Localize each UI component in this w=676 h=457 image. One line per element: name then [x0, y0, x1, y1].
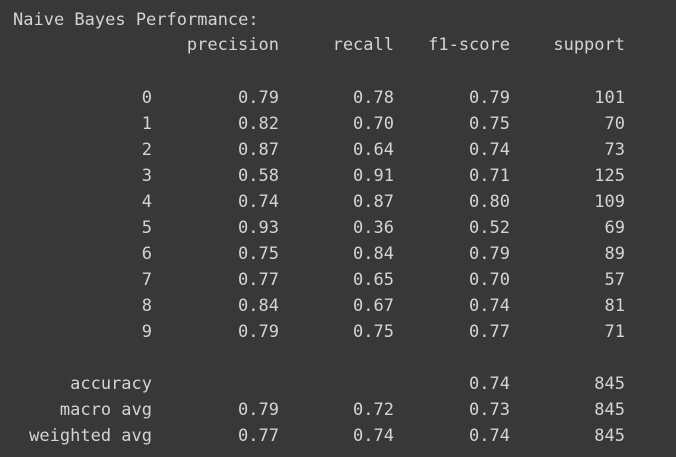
- precision-value: 0.58: [238, 166, 279, 186]
- precision-value: 0.82: [238, 114, 279, 134]
- recall-value: 0.91: [353, 166, 394, 186]
- table-row: 7 0.77 0.65 0.70 57: [0, 267, 676, 293]
- support-value: 57: [604, 270, 625, 290]
- table-row: 1 0.82 0.70 0.75 70: [0, 111, 676, 137]
- table-row: 2 0.87 0.64 0.74 73: [0, 137, 676, 163]
- table-row: 9 0.79 0.75 0.77 71: [0, 319, 676, 345]
- precision-value: 0.79: [238, 400, 279, 420]
- precision-value: 0.93: [238, 218, 279, 238]
- table-row: 4 0.74 0.87 0.80 109: [0, 189, 676, 215]
- support-value: 845: [594, 426, 625, 446]
- summary-row-macro-avg: macro avg 0.79 0.72 0.73 845: [0, 397, 676, 423]
- f1-score-value: 0.73: [469, 400, 510, 420]
- recall-value: 0.78: [353, 88, 394, 108]
- f1-score-value: 0.77: [469, 322, 510, 342]
- f1-score-value: 0.80: [469, 192, 510, 212]
- f1-score-value: 0.79: [469, 88, 510, 108]
- precision-value: 0.75: [238, 244, 279, 264]
- f1-score-value: 0.74: [469, 140, 510, 160]
- row-label: macro avg: [59, 400, 152, 420]
- recall-value: 0.64: [353, 140, 394, 160]
- row-label: 7: [141, 270, 152, 290]
- recall-value: 0.70: [353, 114, 394, 134]
- table-row: 8 0.84 0.67 0.74 81: [0, 293, 676, 319]
- precision-value: 0.87: [238, 140, 279, 160]
- precision-value: 0.79: [238, 88, 279, 108]
- column-header-precision: precision: [186, 35, 279, 55]
- notebook-output-area: Naive Bayes Performance: precision recal…: [0, 0, 676, 457]
- support-value: 109: [594, 192, 625, 212]
- precision-value: 0.79: [238, 322, 279, 342]
- f1-score-value: 0.74: [469, 296, 510, 316]
- recall-value: 0.74: [353, 426, 394, 446]
- precision-value: 0.77: [238, 270, 279, 290]
- f1-score-value: 0.70: [469, 270, 510, 290]
- recall-value: 0.84: [353, 244, 394, 264]
- row-label: accuracy: [70, 374, 152, 394]
- table-header-row: precision recall f1-score support: [0, 32, 676, 58]
- column-header-f1-score: f1-score: [428, 35, 510, 55]
- support-value: 70: [604, 114, 625, 134]
- f1-score-value: 0.79: [469, 244, 510, 264]
- column-header-recall: recall: [332, 35, 394, 55]
- recall-value: 0.75: [353, 322, 394, 342]
- support-value: 71: [604, 322, 625, 342]
- support-value: 845: [594, 374, 625, 394]
- table-row: 6 0.75 0.84 0.79 89: [0, 241, 676, 267]
- row-label: 3: [141, 166, 152, 186]
- support-value: 845: [594, 400, 625, 420]
- precision-value: 0.74: [238, 192, 279, 212]
- support-value: 101: [594, 88, 625, 108]
- row-label: 5: [141, 218, 152, 238]
- support-value: 81: [604, 296, 625, 316]
- f1-score-value: 0.52: [469, 218, 510, 238]
- support-value: 73: [604, 140, 625, 160]
- f1-score-value: 0.71: [469, 166, 510, 186]
- f1-score-value: 0.75: [469, 114, 510, 134]
- recall-value: 0.67: [353, 296, 394, 316]
- support-value: 89: [604, 244, 625, 264]
- precision-value: 0.84: [238, 296, 279, 316]
- recall-value: 0.65: [353, 270, 394, 290]
- table-row: 5 0.93 0.36 0.52 69: [0, 215, 676, 241]
- row-label: weighted avg: [29, 426, 152, 446]
- table-row: 0 0.79 0.78 0.79 101: [0, 85, 676, 111]
- row-label: 9: [141, 322, 152, 342]
- f1-score-value: 0.74: [469, 426, 510, 446]
- support-value: 125: [594, 166, 625, 186]
- row-label: 6: [141, 244, 152, 264]
- recall-value: 0.36: [353, 218, 394, 238]
- f1-score-value: 0.74: [469, 374, 510, 394]
- column-header-support: support: [553, 35, 625, 55]
- row-label: 8: [141, 296, 152, 316]
- output-heading: Naive Bayes Performance:: [13, 10, 259, 30]
- precision-value: 0.77: [238, 426, 279, 446]
- recall-value: 0.72: [353, 400, 394, 420]
- row-label: 2: [141, 140, 152, 160]
- summary-row-weighted-avg: weighted avg 0.77 0.74 0.74 845: [0, 423, 676, 449]
- table-row: 3 0.58 0.91 0.71 125: [0, 163, 676, 189]
- row-label: 1: [141, 114, 152, 134]
- support-value: 69: [604, 218, 625, 238]
- row-label: 0: [141, 88, 152, 108]
- row-label: 4: [141, 192, 152, 212]
- summary-row-accuracy: accuracy 0.74 845: [0, 371, 676, 397]
- recall-value: 0.87: [353, 192, 394, 212]
